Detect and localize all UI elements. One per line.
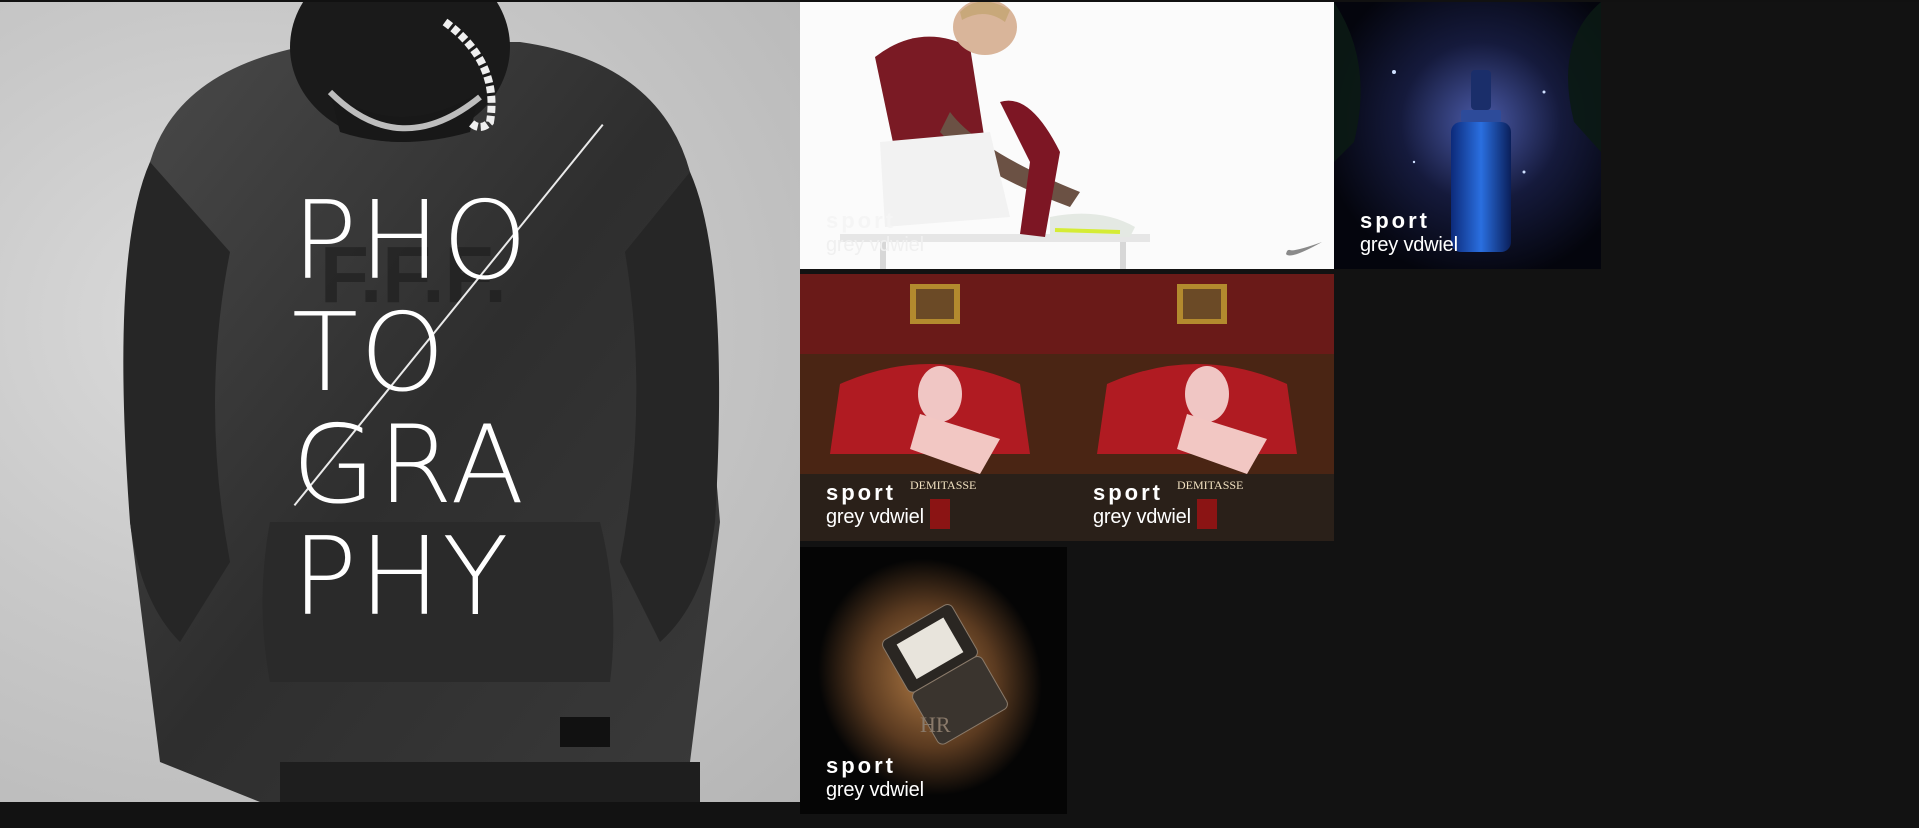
hero-photo[interactable]: F.F.F. PHO TO GRA PHY (0, 2, 800, 802)
tile-category: sport (826, 208, 896, 233)
tile-name: grey vdwiel (1360, 234, 1458, 256)
hero-title-line: GRA (292, 403, 527, 528)
tile-caption: sport grey vdwiel (826, 754, 924, 802)
tile-category: sport (826, 753, 896, 778)
swoosh-icon (1286, 242, 1322, 256)
tile-name: grey vdwiel (826, 506, 924, 528)
portfolio-tile-serum[interactable]: sport grey vdwiel (1334, 2, 1601, 269)
portfolio-tile-football[interactable]: sport grey vdwiel (800, 2, 1334, 269)
tile-category: sport (826, 480, 896, 505)
tile-caption: sport grey vdwiel (826, 481, 924, 529)
hero-title-line: PHO (292, 179, 530, 304)
hero-title: PHO TO GRA PHY (292, 186, 529, 634)
tile-caption: sport grey vdwiel (826, 209, 924, 257)
tile-name: grey vdwiel (1093, 506, 1191, 528)
tile-category: sport (1093, 480, 1163, 505)
portfolio-tile-compact[interactable]: HR sport grey vdwiel (800, 547, 1067, 814)
monogram-mark: HR (920, 712, 951, 737)
portfolio-tile-demitasse[interactable]: DEMITASSE sport grey vdwiel (800, 274, 1067, 541)
tile-name: grey vdwiel (826, 779, 924, 801)
hero-title-line: PHY (292, 515, 511, 640)
tile-caption: sport grey vdwiel (1360, 209, 1458, 257)
tile-category: sport (1360, 208, 1430, 233)
tile-name: grey vdwiel (826, 234, 924, 256)
tile-caption: sport grey vdwiel (1093, 481, 1191, 529)
portfolio-tile-demitasse[interactable]: DEMITASSE sport grey vdwiel (1067, 274, 1334, 541)
hero-title-line: TO (292, 291, 447, 416)
